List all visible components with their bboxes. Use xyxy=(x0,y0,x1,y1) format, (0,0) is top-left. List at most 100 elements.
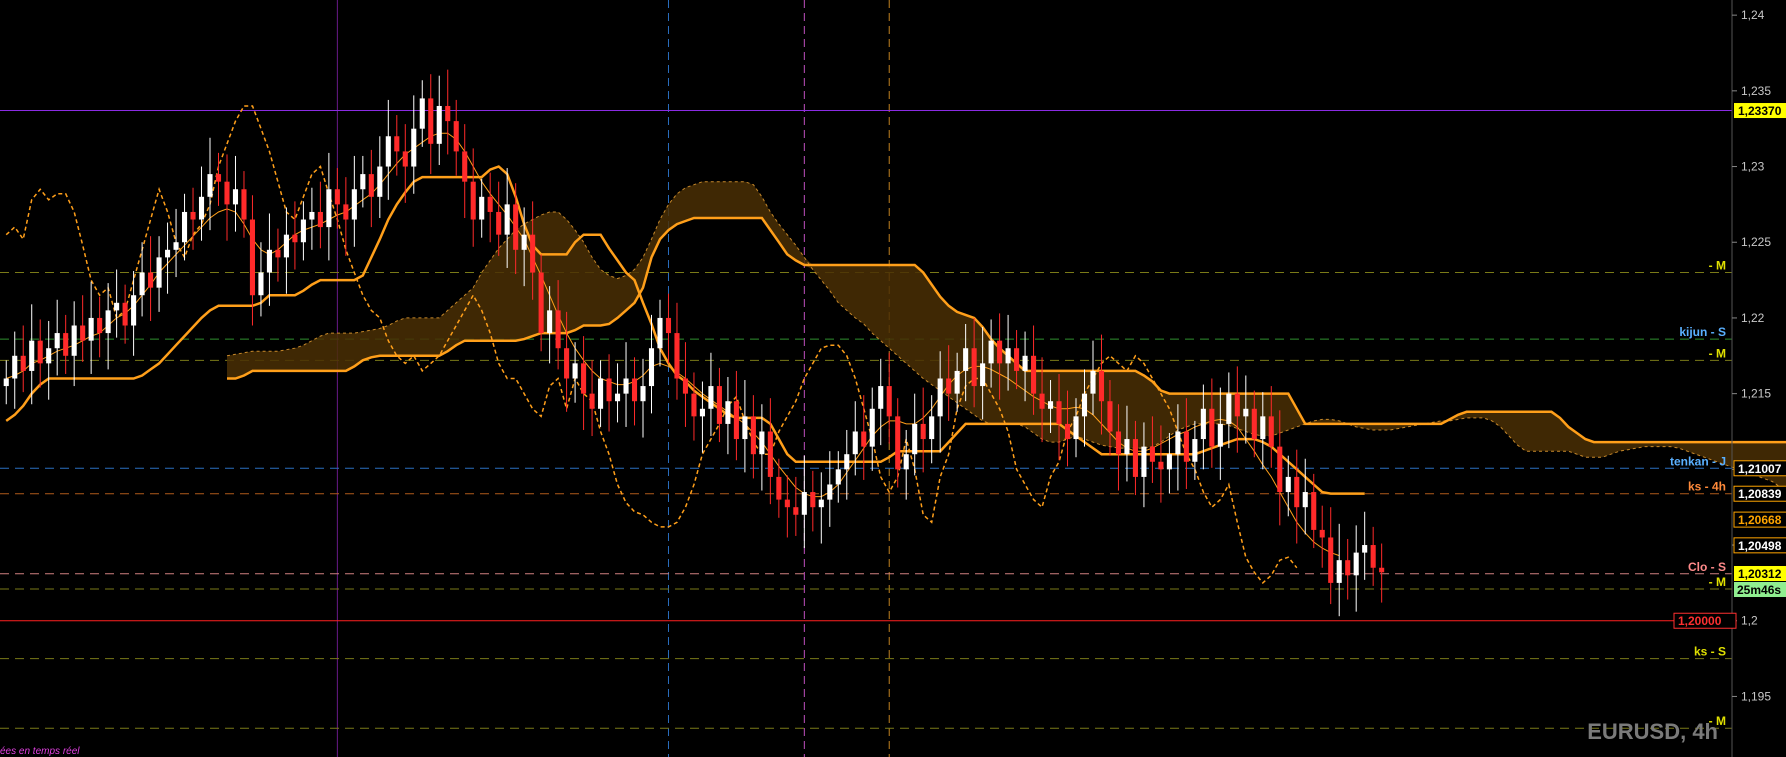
candle-body xyxy=(1328,537,1334,583)
candle-body xyxy=(1031,355,1037,394)
footer-note: ées en temps réel xyxy=(0,746,80,757)
candle-body xyxy=(640,386,646,402)
price-axis-label: 1,22 xyxy=(1741,311,1765,325)
candle-body xyxy=(334,189,340,205)
candle-body xyxy=(1268,416,1274,447)
candle-body xyxy=(997,340,1003,364)
candle-body xyxy=(1200,408,1206,440)
candle-body xyxy=(818,499,824,508)
candle-body xyxy=(496,211,502,235)
candle-body xyxy=(173,242,179,250)
candle-body xyxy=(1183,431,1189,462)
candle-body xyxy=(572,363,578,379)
candle-body xyxy=(368,174,374,197)
candle-body xyxy=(1073,416,1079,440)
candle-body xyxy=(453,121,459,152)
candle-body xyxy=(215,174,222,182)
candle-body xyxy=(105,310,111,334)
candle-body xyxy=(657,317,663,349)
candle-body xyxy=(920,423,926,440)
price-axis-label: 1,235 xyxy=(1741,84,1771,98)
candle-body xyxy=(411,128,417,167)
level-label: tenkan - J xyxy=(1670,454,1726,468)
candle-body xyxy=(402,151,408,167)
candle-body xyxy=(300,219,306,243)
candle-body xyxy=(470,181,476,220)
candle-body xyxy=(895,416,901,470)
price-axis-label: 1,2 xyxy=(1741,614,1758,628)
candle-body xyxy=(326,189,332,228)
candle-body xyxy=(742,416,748,440)
price-tag-text: 1,23370 xyxy=(1738,104,1782,118)
candle-body xyxy=(648,348,655,387)
candle-body xyxy=(852,431,858,455)
ichimoku-chart[interactable]: 1,241,2351,231,2251,221,2151,211,2051,21… xyxy=(0,0,1786,757)
candle-body xyxy=(241,189,247,220)
candle-body xyxy=(682,378,689,394)
candle-body xyxy=(1234,393,1240,417)
candle-body xyxy=(317,211,323,228)
candle-body xyxy=(1260,416,1266,440)
candle-body xyxy=(564,348,570,379)
candle-body xyxy=(165,249,171,258)
candle-body xyxy=(1277,446,1283,493)
level-label: kijun - S xyxy=(1679,325,1726,339)
candle-body xyxy=(665,317,672,334)
level-label: - M xyxy=(1709,575,1726,589)
candle-body xyxy=(835,469,841,485)
candle-body xyxy=(776,476,782,500)
candle-body xyxy=(1115,431,1122,455)
candle-body xyxy=(555,310,561,349)
candle-body xyxy=(861,431,867,447)
candle-body xyxy=(725,401,731,424)
candle-body xyxy=(63,333,69,356)
candle-body xyxy=(37,340,43,364)
candle-body xyxy=(614,393,621,402)
level-label: ks - 4h xyxy=(1688,480,1726,494)
candle-body xyxy=(606,378,612,402)
candle-body xyxy=(249,219,256,296)
candle-body xyxy=(97,317,103,334)
candle-body xyxy=(1294,476,1300,508)
candle-body xyxy=(971,348,977,387)
candle-body xyxy=(20,355,26,371)
candle-body xyxy=(29,340,35,371)
price-tag-text: 1,20498 xyxy=(1738,539,1782,553)
candle-body xyxy=(954,370,960,394)
candle-body xyxy=(1107,401,1113,432)
candle-body xyxy=(598,378,604,409)
candle-body xyxy=(351,189,357,220)
candle-body xyxy=(139,272,145,296)
candle-body xyxy=(1175,431,1181,455)
candle-body xyxy=(504,204,510,235)
price-tag-text: 1,20668 xyxy=(1738,513,1782,527)
candle-body xyxy=(258,272,264,296)
candle-body xyxy=(436,105,442,144)
countdown-text: 25m46s xyxy=(1737,583,1781,597)
candle-body xyxy=(521,234,527,250)
candle-body xyxy=(1192,439,1198,462)
price-axis-label: 1,24 xyxy=(1741,8,1765,22)
candle-body xyxy=(131,295,137,326)
candle-body xyxy=(292,234,298,243)
candle-body xyxy=(1285,476,1291,493)
candle-body xyxy=(878,386,884,409)
candle-body xyxy=(148,272,154,288)
candle-body xyxy=(793,507,799,515)
candle-body xyxy=(283,234,289,258)
price-tag-text: 1,20839 xyxy=(1738,487,1782,501)
candle-body xyxy=(844,454,850,470)
price-tag-text: 1,20312 xyxy=(1738,567,1782,581)
candle-body xyxy=(122,302,128,326)
candle-body xyxy=(71,325,77,356)
candle-body xyxy=(12,355,18,379)
candle-body xyxy=(487,196,493,212)
candle-body xyxy=(912,423,918,455)
candle-body xyxy=(750,416,756,455)
candle-body xyxy=(631,378,638,402)
candle-body xyxy=(623,378,629,394)
candle-body xyxy=(309,211,315,220)
candle-body xyxy=(419,98,425,129)
candle-body xyxy=(224,181,230,205)
candle-body xyxy=(445,105,451,122)
